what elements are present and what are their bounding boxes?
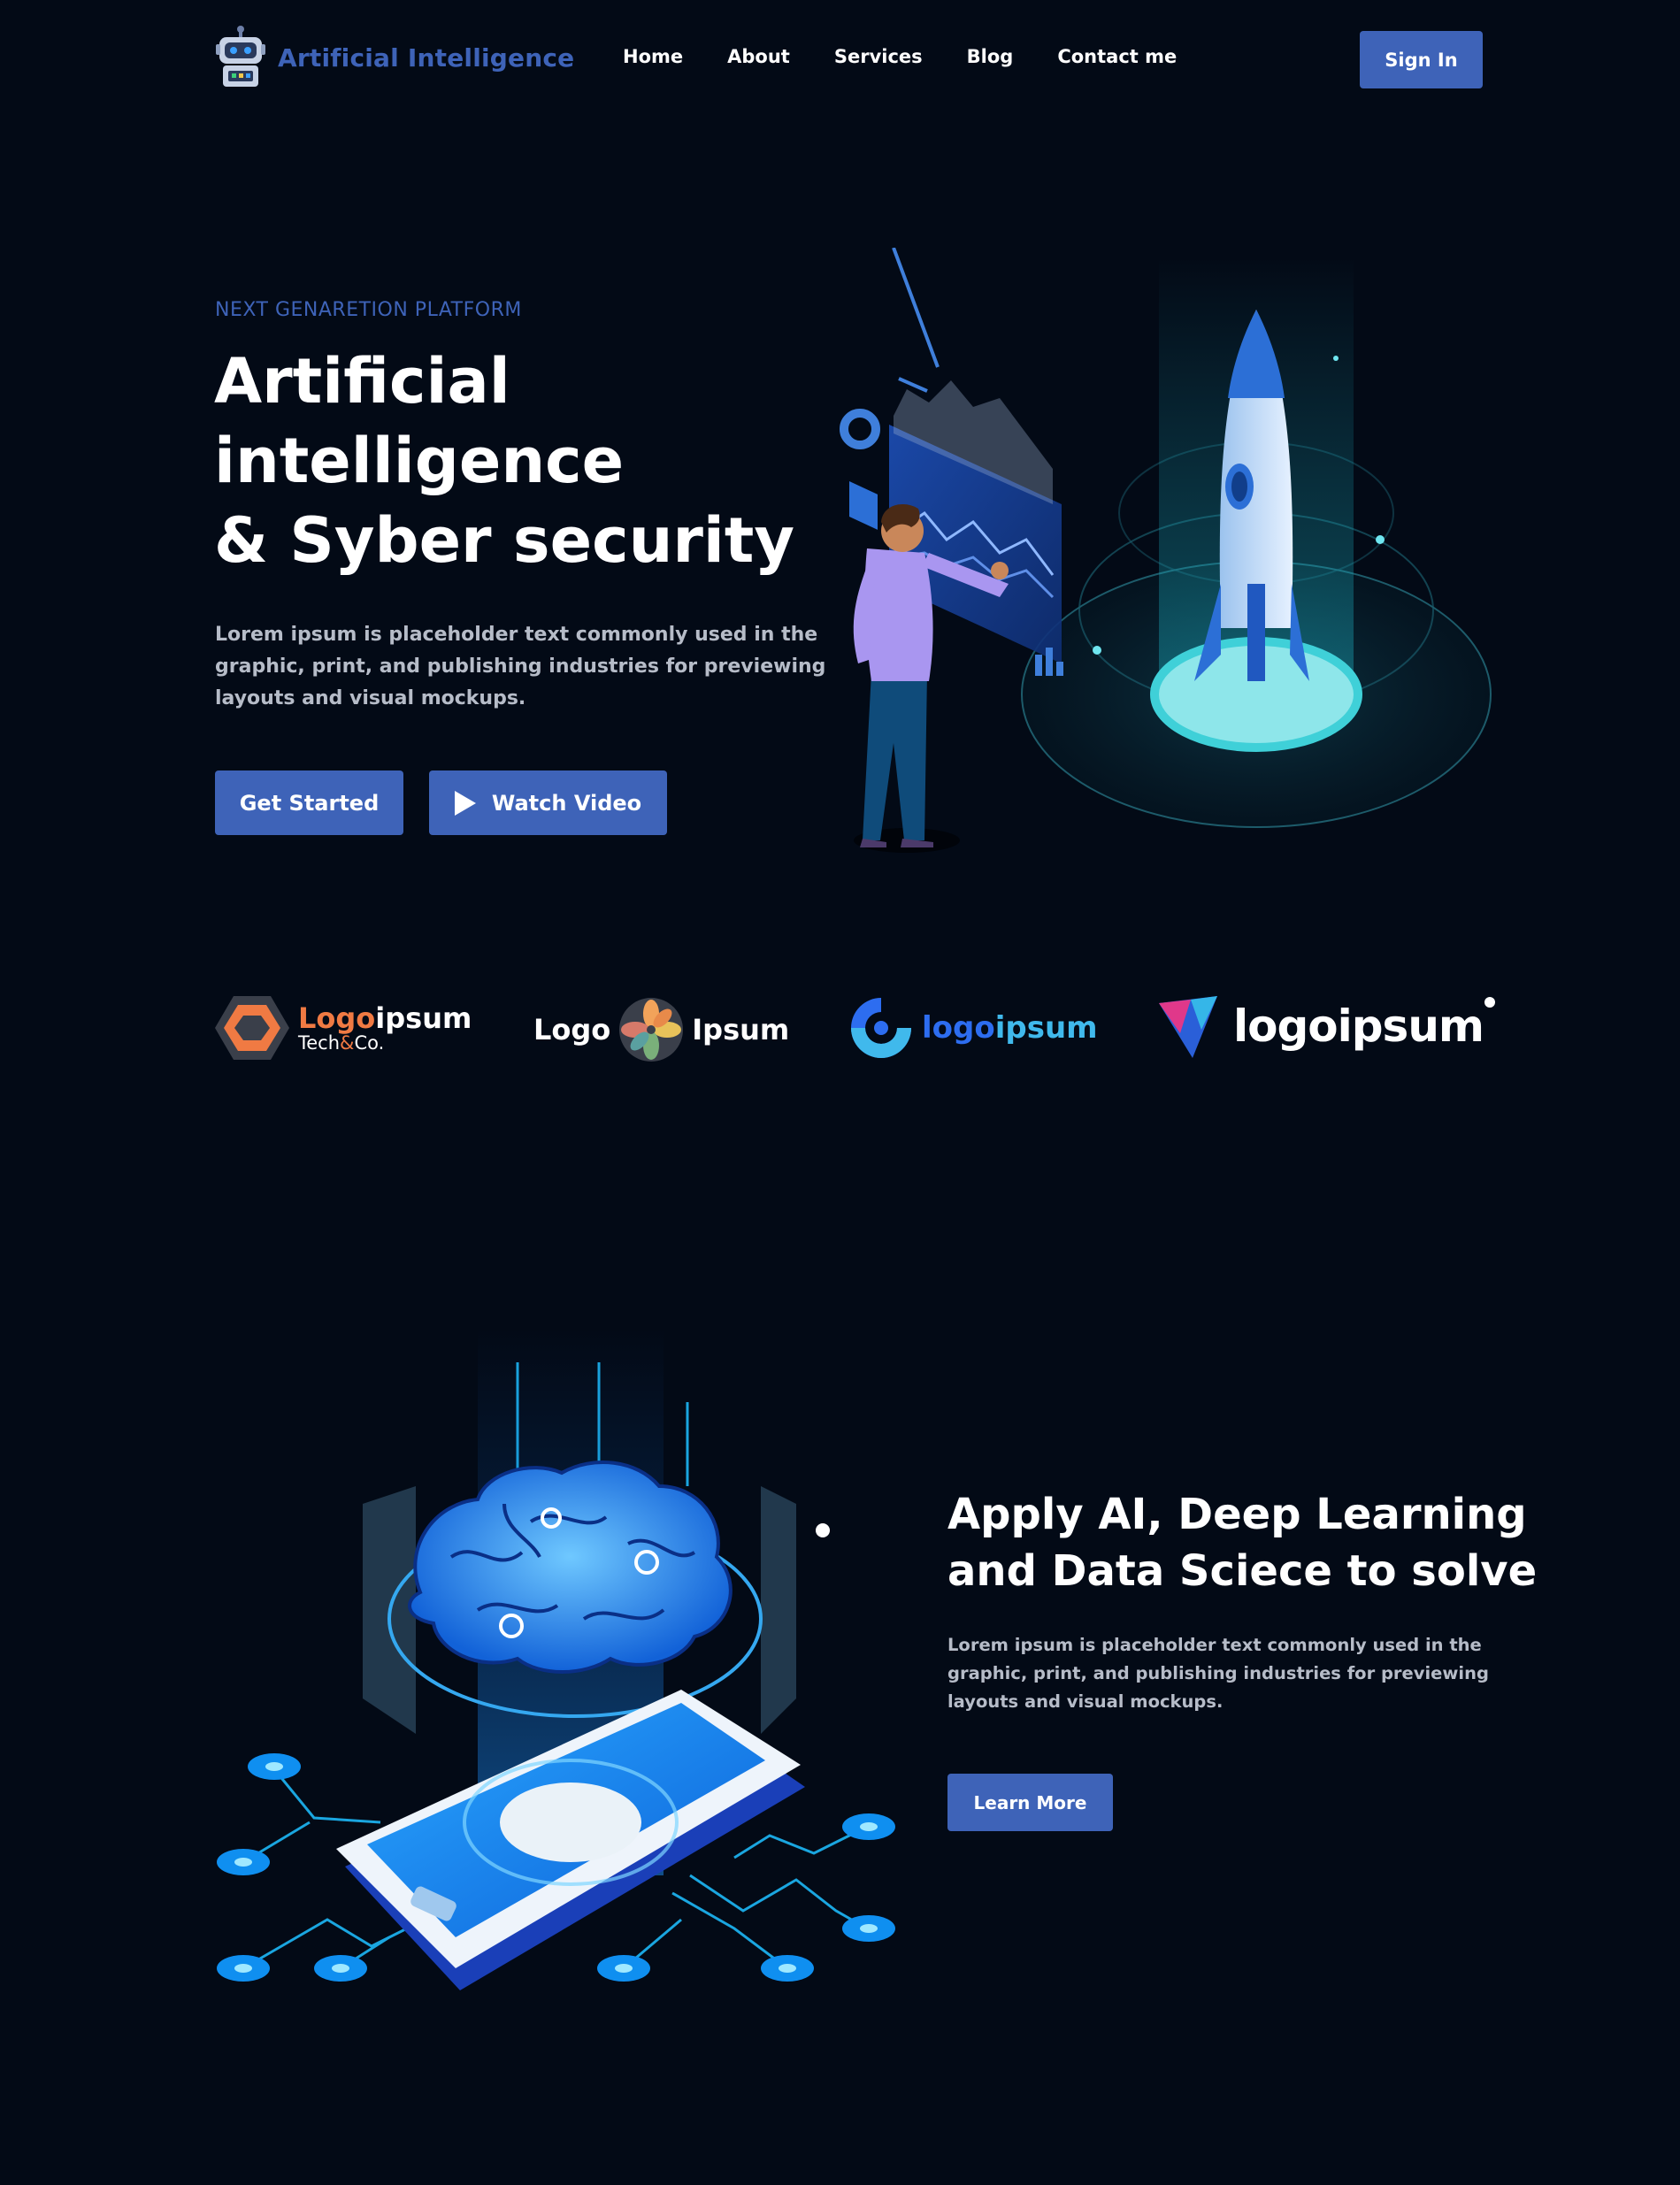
learn-more-button[interactable]: Learn More: [947, 1774, 1113, 1831]
brand-logo-1-sub-a: Tech: [298, 1031, 341, 1054]
hexagon-logo-icon: [215, 996, 289, 1060]
brain-phone-illustration: [217, 1327, 895, 1990]
triangle-logo-icon: [1159, 996, 1217, 1058]
nav-link-about[interactable]: About: [727, 46, 790, 67]
brand-logo-3: logoipsum: [848, 994, 1098, 1062]
brand-logo-1-word-a: Logo: [298, 1000, 376, 1035]
nav-link-home[interactable]: Home: [623, 46, 683, 67]
section-title: Apply AI, Deep Learning and Data Sciece …: [947, 1486, 1537, 1599]
brand-logo-2-right: Ipsum: [692, 1013, 790, 1046]
brand-logo-4-name: logoipsum: [1233, 1000, 1484, 1052]
brand-logo-1-sub: Tech&Co.: [298, 1031, 472, 1054]
nav-link-contact[interactable]: Contact me: [1057, 46, 1177, 67]
watch-video-label: Watch Video: [491, 790, 642, 816]
hero-title-line-1: Artificial: [214, 345, 510, 418]
brand-logo-3-word-a: logo: [922, 1010, 995, 1046]
hero-title-line-2: intelligence: [214, 425, 625, 497]
section-title-line-2: and Data Sciece to solve: [947, 1546, 1538, 1596]
nav-link-blog[interactable]: Blog: [967, 46, 1014, 67]
section-description: Lorem ipsum is placeholder text commonly…: [947, 1635, 1489, 1712]
play-icon: [454, 790, 476, 816]
brand-logo-3-word-b: ipsum: [994, 1010, 1098, 1046]
brand-logo-3-name: logoipsum: [922, 1010, 1098, 1046]
watch-video-button[interactable]: Watch Video: [429, 770, 667, 835]
brand-name: Artificial Intelligence: [278, 42, 575, 73]
nav-links: Home About Services Blog Contact me: [623, 46, 1177, 67]
brand-logo-4: logoipsum: [1155, 991, 1496, 1062]
pinwheel-logo-icon: [619, 998, 684, 1062]
hero-description: Lorem ipsum is placeholder text commonly…: [215, 624, 826, 709]
brand-logo-1-sub-b: Co.: [354, 1031, 385, 1054]
dot-icon: [1484, 997, 1496, 1008]
ring-logo-icon: [851, 998, 911, 1058]
brand-logo-1-name: Logoipsum: [298, 1004, 472, 1032]
hero-eyebrow: NEXT GENARETION PLATFORM: [215, 299, 522, 321]
sign-in-button[interactable]: Sign In: [1360, 31, 1483, 88]
brand-logo-1-word-b: ipsum: [375, 1000, 472, 1035]
site-logo[interactable]: Artificial Intelligence: [214, 25, 574, 90]
section-title-line-1: Apply AI, Deep Learning: [947, 1490, 1527, 1539]
robot-icon: [216, 26, 265, 87]
partner-logos: Logoipsum Tech&Co. Logo Ipsum logoipsum: [0, 991, 1680, 1070]
hero-title: Artificial intelligence & Syber security: [214, 341, 794, 580]
brand-logo-1-amp: &: [340, 1031, 355, 1054]
brain-icon: [408, 1460, 733, 1674]
brand-logo-2: Logo Ipsum: [533, 996, 789, 1063]
get-started-button[interactable]: Get Started: [215, 770, 403, 835]
hero-title-line-3: & Syber security: [214, 504, 795, 577]
get-started-label: Get Started: [239, 790, 380, 816]
top-nav: Artificial Intelligence Home About Servi…: [0, 0, 1680, 120]
brand-logo-1: Logoipsum Tech&Co.: [215, 994, 472, 1062]
hero-illustration: [840, 248, 1492, 853]
nav-link-services[interactable]: Services: [834, 46, 923, 67]
brand-logo-2-left: Logo: [533, 1013, 611, 1046]
